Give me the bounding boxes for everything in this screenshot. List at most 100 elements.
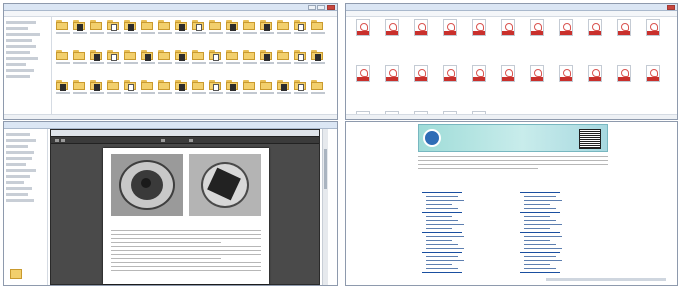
article-link[interactable] [524, 204, 550, 205]
zoom-out-icon[interactable] [161, 139, 165, 142]
page-prev-icon[interactable] [55, 139, 59, 142]
article-link[interactable] [426, 224, 464, 225]
folder-icon[interactable] [73, 20, 87, 34]
folder-icon[interactable] [226, 80, 240, 94]
folder-icon[interactable] [260, 20, 274, 34]
folder-icon[interactable] [158, 80, 172, 94]
article-link[interactable] [426, 244, 458, 245]
folder-icon[interactable] [56, 80, 70, 94]
article-link[interactable] [426, 196, 458, 197]
nav-item[interactable] [6, 27, 28, 30]
folder-icon[interactable] [311, 50, 325, 64]
right-explorer-titlebar[interactable] [346, 4, 677, 11]
folder-icon[interactable] [294, 50, 308, 64]
minimize-button[interactable] [308, 5, 316, 10]
nav-item[interactable] [6, 193, 28, 196]
pdf-file-item[interactable] [524, 65, 551, 107]
nav-item[interactable] [6, 133, 30, 136]
article-link[interactable] [426, 264, 452, 265]
article-link[interactable] [426, 216, 452, 217]
scroll-thumb[interactable] [324, 149, 327, 189]
article-link[interactable] [426, 208, 458, 209]
article-link[interactable] [520, 192, 560, 193]
pdf-file-item[interactable] [495, 65, 522, 107]
pdf-file-item[interactable] [582, 19, 609, 61]
article-link[interactable] [524, 220, 556, 221]
article-link[interactable] [426, 236, 464, 237]
folder-icon[interactable] [243, 20, 257, 34]
article-link[interactable] [520, 232, 560, 233]
folder-icon[interactable] [226, 20, 240, 34]
folder-icon[interactable] [73, 80, 87, 94]
article-link[interactable] [520, 272, 560, 273]
nav-item[interactable] [6, 199, 34, 202]
pdf-file-item[interactable] [437, 65, 464, 107]
pdf-file-item[interactable] [495, 19, 522, 61]
folder-icon[interactable] [192, 80, 206, 94]
article-link[interactable] [524, 196, 556, 197]
article-link[interactable] [524, 244, 556, 245]
pdf-file-item[interactable] [408, 19, 435, 61]
folder-icon[interactable] [124, 20, 138, 34]
folder-icon[interactable] [107, 50, 121, 64]
pdf-file-item[interactable] [408, 65, 435, 107]
folder-icon[interactable] [56, 20, 70, 34]
nav-item[interactable] [6, 181, 24, 184]
folder-icon[interactable] [10, 269, 22, 279]
folder-icon[interactable] [141, 20, 155, 34]
article-link[interactable] [426, 228, 452, 229]
article-link[interactable] [422, 232, 462, 233]
folder-icon[interactable] [243, 50, 257, 64]
folder-icon[interactable] [107, 80, 121, 94]
folder-icon[interactable] [277, 80, 291, 94]
pdf-file-item[interactable] [640, 65, 667, 107]
article-link[interactable] [520, 212, 560, 213]
pdf-file-item[interactable] [466, 65, 493, 107]
article-link[interactable] [426, 204, 452, 205]
nav-item[interactable] [6, 21, 36, 24]
article-link[interactable] [524, 200, 562, 201]
nav-item[interactable] [6, 57, 38, 60]
folder-icon[interactable] [141, 50, 155, 64]
article-link[interactable] [520, 252, 560, 253]
pdf-file-item[interactable] [437, 19, 464, 61]
nav-item[interactable] [6, 187, 32, 190]
nav-item[interactable] [6, 139, 36, 142]
article-link[interactable] [524, 240, 550, 241]
article-link[interactable] [524, 260, 562, 261]
nav-item[interactable] [6, 69, 34, 72]
close-button[interactable] [667, 5, 675, 10]
article-link[interactable] [524, 256, 556, 257]
pdf-file-item[interactable] [640, 19, 667, 61]
folder-icon[interactable] [260, 50, 274, 64]
site-logo-icon[interactable] [423, 129, 441, 147]
pdf-file-item[interactable] [553, 19, 580, 61]
folder-icon[interactable] [277, 50, 291, 64]
viewer-scrollbar[interactable] [322, 129, 328, 285]
pdf-file-item[interactable] [582, 65, 609, 107]
folder-icon[interactable] [124, 50, 138, 64]
folder-icon[interactable] [73, 50, 87, 64]
folder-icon[interactable] [311, 20, 325, 34]
article-link[interactable] [426, 200, 464, 201]
article-link[interactable] [422, 192, 462, 193]
folder-icon[interactable] [124, 80, 138, 94]
article-link[interactable] [426, 240, 452, 241]
maximize-button[interactable] [317, 5, 325, 10]
article-link[interactable] [426, 248, 464, 249]
nav-item[interactable] [6, 63, 26, 66]
nav-item[interactable] [6, 145, 28, 148]
folder-icon[interactable] [243, 80, 257, 94]
folder-icon[interactable] [209, 50, 223, 64]
article-link[interactable] [426, 256, 458, 257]
zoom-in-icon[interactable] [189, 139, 193, 142]
page-next-icon[interactable] [61, 139, 65, 142]
folder-icon[interactable] [141, 80, 155, 94]
folder-icon[interactable] [90, 20, 104, 34]
article-link[interactable] [426, 260, 464, 261]
article-link[interactable] [524, 208, 556, 209]
pdf-file-item[interactable] [611, 19, 638, 61]
folder-icon[interactable] [175, 20, 189, 34]
folder-icon[interactable] [158, 50, 172, 64]
folder-icon[interactable] [209, 20, 223, 34]
